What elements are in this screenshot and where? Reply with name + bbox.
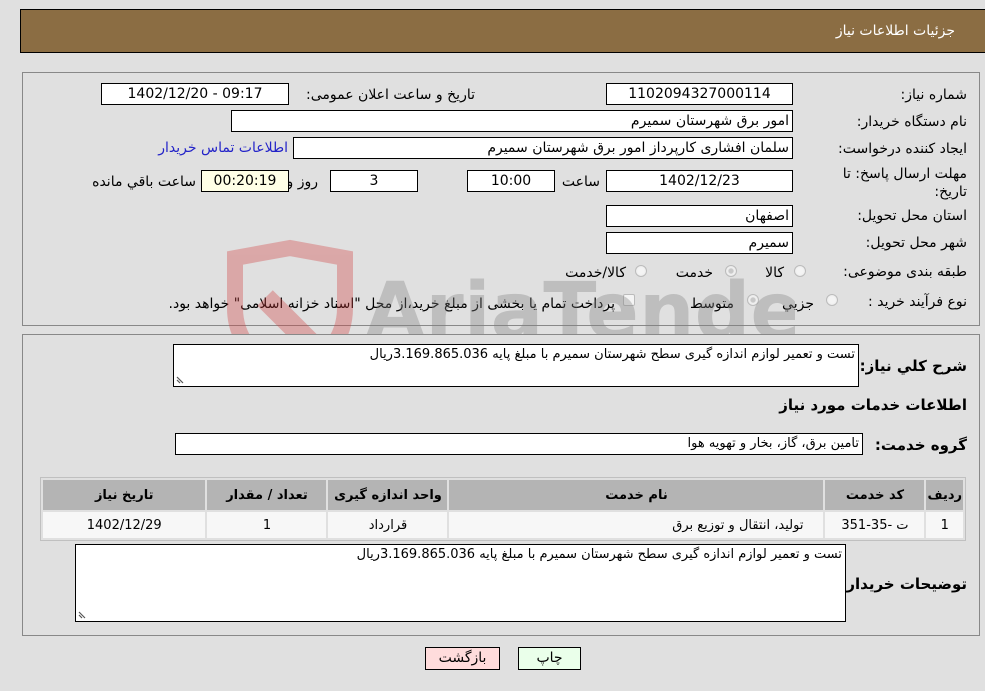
- category-option-service: خدمت: [675, 265, 713, 281]
- cell-row-number: 1: [926, 512, 963, 538]
- col-row-header: ردیف: [926, 480, 963, 510]
- col-qty-header: تعداد / مقدار: [207, 480, 327, 510]
- col-date-header: تاریخ نیاز: [43, 480, 206, 510]
- days-label: روز و: [286, 174, 319, 190]
- category-label: طبقه بندی موضوعی:: [843, 264, 967, 280]
- services-section-title: اطلاعات خدمات مورد نیاز: [779, 396, 967, 414]
- buyer-notes-text: تست و تعمیر لوازم اندازه گیری سطح شهرستا…: [356, 547, 842, 562]
- page-title: جزئیات اطلاعات نیاز: [835, 23, 955, 39]
- remaining-time-field: 00:20:19: [201, 170, 289, 192]
- category-radio-service[interactable]: [725, 265, 737, 277]
- category-radio-goods[interactable]: [794, 265, 806, 277]
- service-group-label: گروه خدمت:: [874, 436, 967, 454]
- creator-field: سلمان افشاری کارپرداز امور برق شهرستان س…: [293, 137, 793, 159]
- creator-label: ایجاد کننده درخواست:: [838, 141, 967, 157]
- page-header: جزئیات اطلاعات نیاز: [20, 9, 985, 53]
- buyer-notes-label: توضیحات خریدار:: [840, 575, 967, 593]
- cell-service-code: ت -35-351: [825, 512, 925, 538]
- treasury-checkbox[interactable]: [623, 294, 635, 306]
- deadline-label: مهلت ارسال پاسخ: تا تاریخ:: [842, 166, 967, 200]
- back-button[interactable]: بازگشت: [425, 647, 500, 670]
- print-button[interactable]: چاپ: [518, 647, 581, 670]
- deadline-date-field: 1402/12/23: [606, 170, 793, 192]
- resize-grip-icon[interactable]: [78, 609, 88, 619]
- resize-grip-icon[interactable]: [176, 374, 186, 384]
- cell-unit: قرارداد: [328, 512, 448, 538]
- buyer-org-field: امور برق شهرستان سمیرم: [231, 110, 793, 132]
- process-option-minor: جزيي: [782, 296, 814, 312]
- category-radio-goods-service[interactable]: [635, 265, 647, 277]
- buyer-notes-textarea[interactable]: تست و تعمیر لوازم اندازه گیری سطح شهرستا…: [75, 544, 846, 622]
- city-field: سمیرم: [606, 232, 793, 254]
- remaining-time-label: ساعت باقي مانده: [92, 174, 196, 190]
- process-radio-minor[interactable]: [826, 294, 838, 306]
- category-option-goods: کالا: [765, 265, 784, 281]
- summary-text: تست و تعمیر لوازم اندازه گیری سطح شهرستا…: [369, 347, 855, 362]
- summary-label: شرح کلي نياز:: [859, 357, 967, 375]
- announce-datetime-field: 1402/12/20 - 09:17: [101, 83, 289, 105]
- services-table: ردیف کد خدمت نام خدمت واحد اندازه گیری ت…: [40, 477, 966, 541]
- deadline-time-field: 10:00: [467, 170, 555, 192]
- col-code-header: کد خدمت: [825, 480, 925, 510]
- summary-textarea[interactable]: تست و تعمیر لوازم اندازه گیری سطح شهرستا…: [173, 344, 859, 387]
- process-label: نوع فرآیند خرید :: [868, 294, 967, 310]
- province-field: اصفهان: [606, 205, 793, 227]
- table-row: 1 ت -35-351 تولید، انتقال و توزیع برق قر…: [43, 512, 963, 538]
- category-option-goods-service: کالا/خدمت: [565, 265, 626, 281]
- process-radio-medium[interactable]: [747, 294, 759, 306]
- announce-label: تاریخ و ساعت اعلان عمومی:: [306, 87, 475, 103]
- city-label: شهر محل تحویل:: [865, 235, 967, 251]
- process-option-medium: متوسط: [690, 296, 734, 312]
- cell-quantity: 1: [207, 512, 327, 538]
- need-number-label: شماره نیاز:: [900, 87, 968, 103]
- need-number-field: 1102094327000114: [606, 83, 793, 105]
- table-header-row: ردیف کد خدمت نام خدمت واحد اندازه گیری ت…: [43, 480, 963, 510]
- col-unit-header: واحد اندازه گیری: [328, 480, 448, 510]
- buyer-contact-link[interactable]: اطلاعات تماس خریدار: [158, 140, 288, 156]
- cell-need-date: 1402/12/29: [43, 512, 206, 538]
- col-name-header: نام خدمت: [449, 480, 824, 510]
- cell-service-name: تولید، انتقال و توزیع برق: [449, 512, 824, 538]
- days-remaining-field: 3: [330, 170, 418, 192]
- buyer-org-label: نام دستگاه خریدار:: [856, 114, 967, 130]
- province-label: استان محل تحویل:: [857, 208, 967, 224]
- deadline-time-label: ساعت: [561, 174, 600, 190]
- service-group-field: تامین برق، گاز، بخار و تهویه هوا: [175, 433, 863, 455]
- treasury-note: پرداخت تمام یا بخشی از مبلغ خرید،از محل …: [168, 296, 615, 312]
